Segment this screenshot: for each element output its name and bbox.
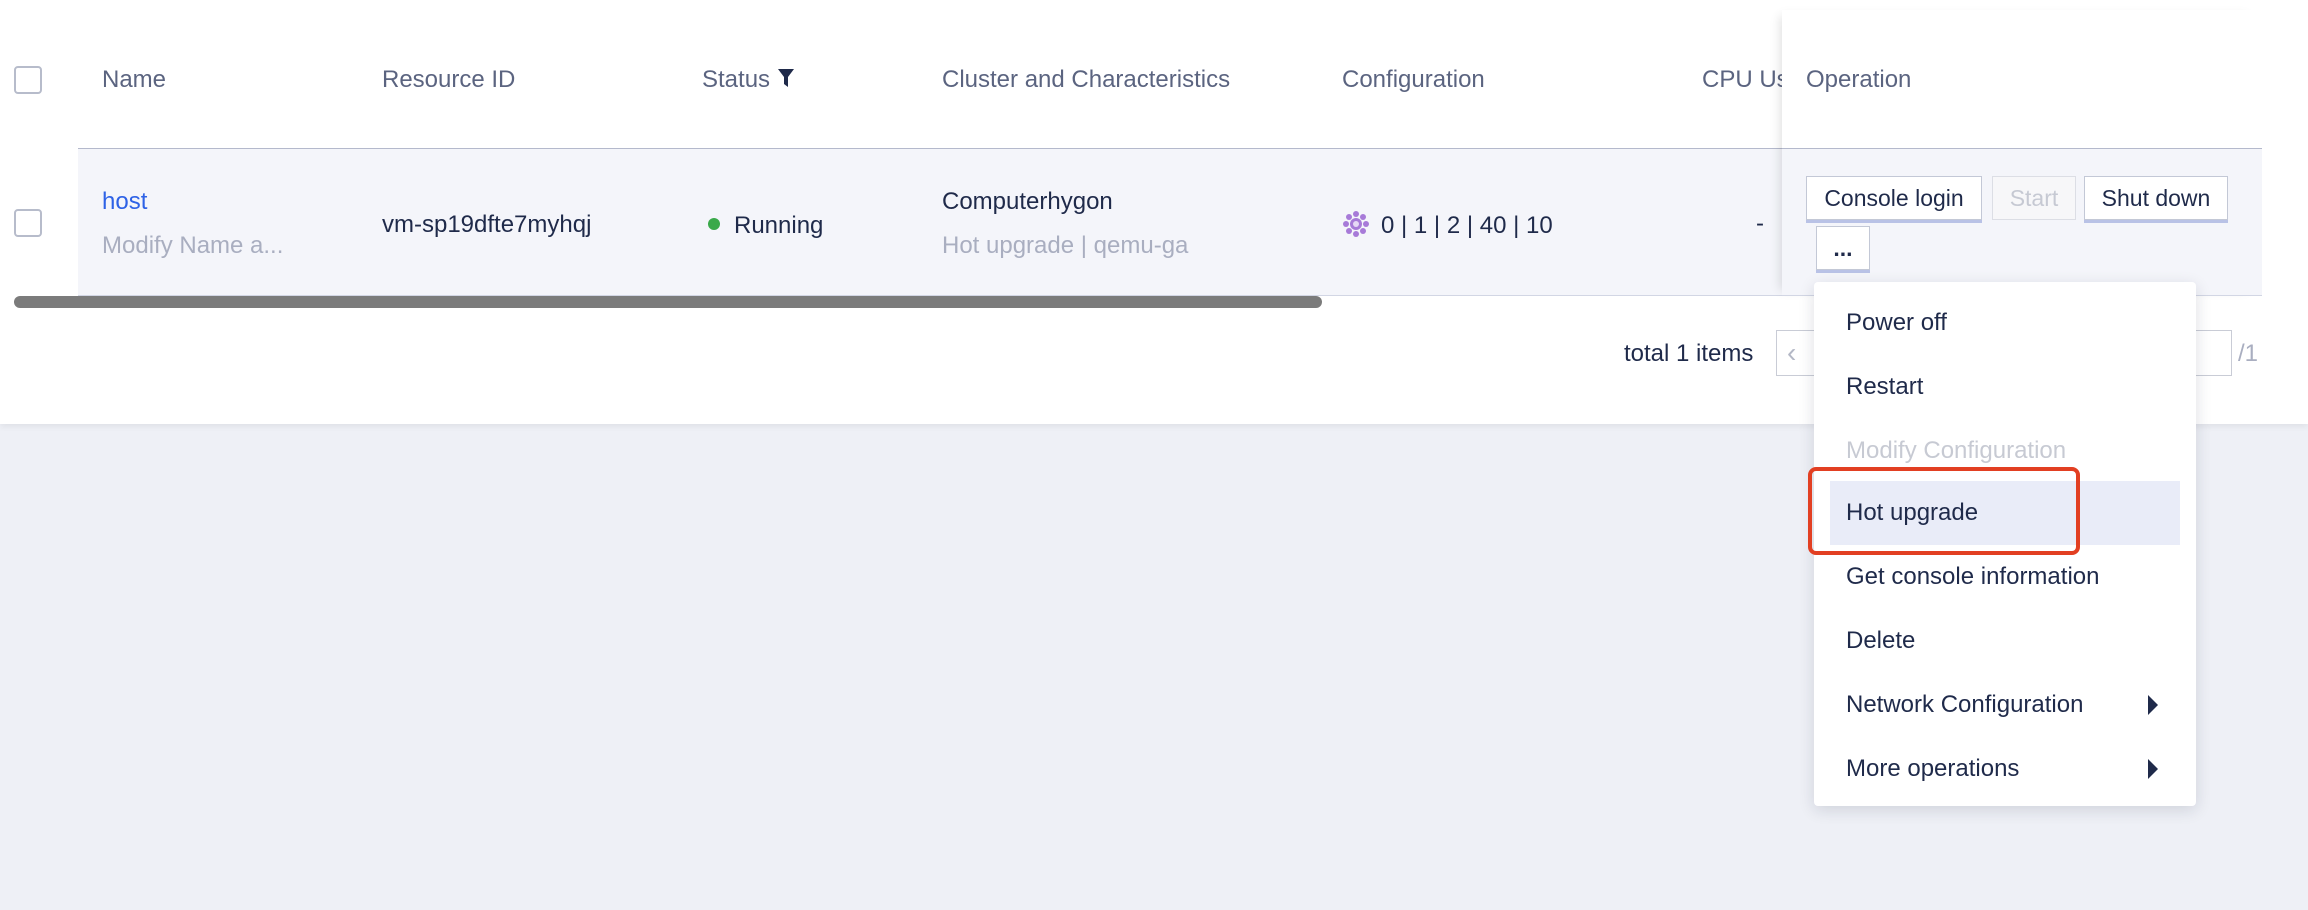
menu-item-network-configuration[interactable]: Network Configuration [1814,674,2196,736]
start-button[interactable]: Start [1992,176,2076,220]
header-status-label: Status [702,66,771,93]
header-resource-id: Resource ID [382,66,516,93]
header-operation: Operation [1806,66,1912,93]
menu-item-get-console-information[interactable]: Get console information [1814,546,2196,608]
cluster-value: Computerhygon [942,188,1113,215]
filter-icon[interactable] [777,67,795,89]
shut-down-button[interactable]: Shut down [2084,176,2228,220]
horizontal-scrollbar[interactable] [14,296,1322,308]
submenu-arrow-icon [2148,695,2158,715]
more-actions-button[interactable]: ... [1816,226,1870,270]
pagination-page-total: /1 [2238,340,2259,367]
header-cpu: CPU Us [1702,66,1789,93]
pagination-total: total 1 items [1624,340,1754,367]
status-value: Running [734,212,824,239]
cpu-usage-value: - [1756,210,1764,237]
instance-name-link[interactable]: host [102,188,147,216]
status-running-dot [708,218,720,230]
select-all-checkbox[interactable] [14,66,42,94]
console-login-button[interactable]: Console login [1806,176,1982,220]
chevron-left-icon: ‹ [1787,337,1797,368]
menu-item-delete[interactable]: Delete [1814,610,2196,672]
header-configuration: Configuration [1342,66,1485,93]
resource-id-value: vm-sp19dfte7myhqj [382,211,592,238]
cluster-characteristics: Hot upgrade | qemu-ga [942,232,1189,259]
menu-item-power-off[interactable]: Power off [1814,292,2196,354]
submenu-arrow-icon [2148,759,2158,779]
menu-item-restart[interactable]: Restart [1814,356,2196,418]
configuration-value: 0 | 1 | 2 | 40 | 10 [1381,212,1553,239]
row-checkbox[interactable] [14,209,42,237]
header-cluster: Cluster and Characteristics [942,66,1231,93]
header-name: Name [102,66,167,93]
highlight-annotation-box [1808,467,2080,555]
modify-name-link[interactable]: Modify Name a... [102,232,283,260]
pagination-prev-button[interactable]: ‹ [1776,330,1816,376]
header-status[interactable]: Status [702,66,795,94]
cpu-chip-icon [1343,211,1369,237]
menu-item-more-operations[interactable]: More operations [1814,738,2196,800]
